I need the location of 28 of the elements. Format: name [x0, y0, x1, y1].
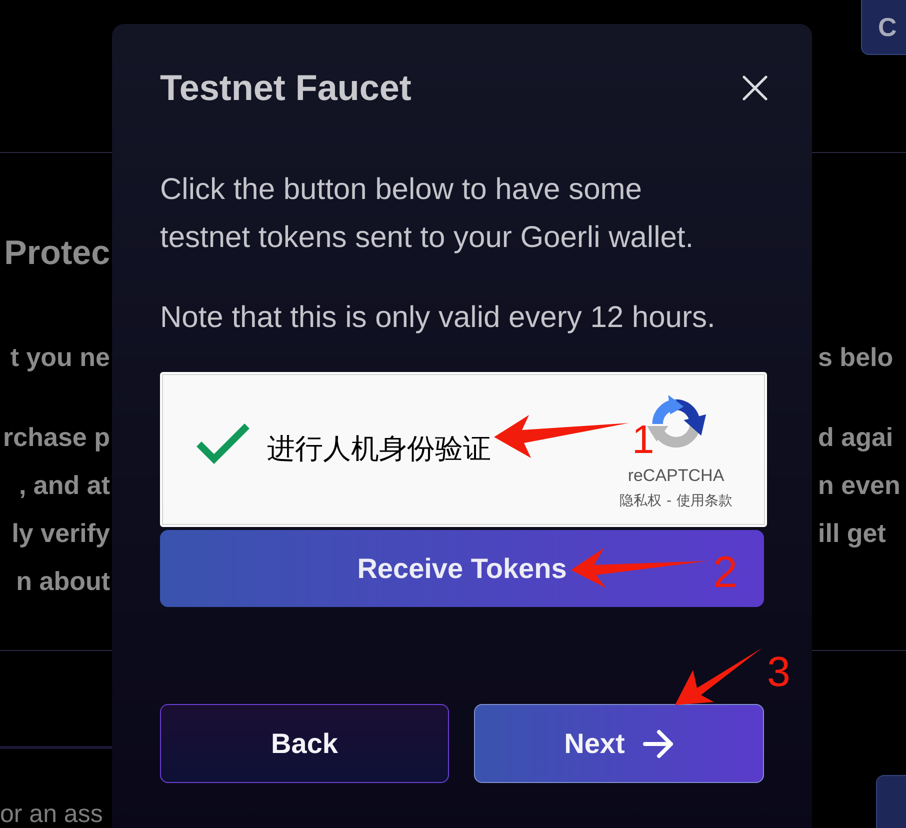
next-button[interactable]: Next — [474, 704, 764, 783]
terms-link[interactable]: 使用条款 — [676, 492, 733, 510]
arrow-right-icon — [642, 728, 674, 758]
section-heading: Protec — [4, 233, 110, 274]
body-text: s belo — [818, 341, 894, 374]
body-text: ill get — [818, 517, 886, 550]
annotation-number: 1 — [632, 420, 654, 460]
separator-text: - — [666, 492, 672, 510]
dialog-title: Testnet Faucet — [160, 66, 412, 110]
close-icon[interactable] — [742, 75, 768, 101]
body-text: , and at — [18, 469, 110, 502]
body-text: d agai — [818, 421, 894, 454]
body-text: or an ass — [0, 800, 103, 828]
body-text: rchase p — [3, 421, 110, 454]
instruction-text: Click the button below to have some testnet tokens sent to your Goerli wallet. — [160, 172, 695, 256]
privacy-link[interactable]: 隐私权 — [619, 492, 662, 510]
button[interactable]: C — [861, 0, 906, 55]
annotation-number: 3 — [767, 651, 790, 693]
body-text: n even — [818, 469, 900, 502]
checkmark-icon[interactable] — [195, 421, 251, 465]
instruction-text: Note that this is only valid every 12 hours. — [160, 300, 716, 336]
body-text: ly verify — [12, 517, 110, 550]
body-text: n about — [16, 565, 110, 598]
annotation-number: 2 — [713, 551, 738, 595]
back-button[interactable]: Back — [160, 704, 449, 783]
body-text: t you ne — [10, 341, 110, 374]
brand-text: reCAPTCHA — [628, 466, 724, 486]
captcha-label: 进行人机身份验证 — [267, 431, 491, 467]
